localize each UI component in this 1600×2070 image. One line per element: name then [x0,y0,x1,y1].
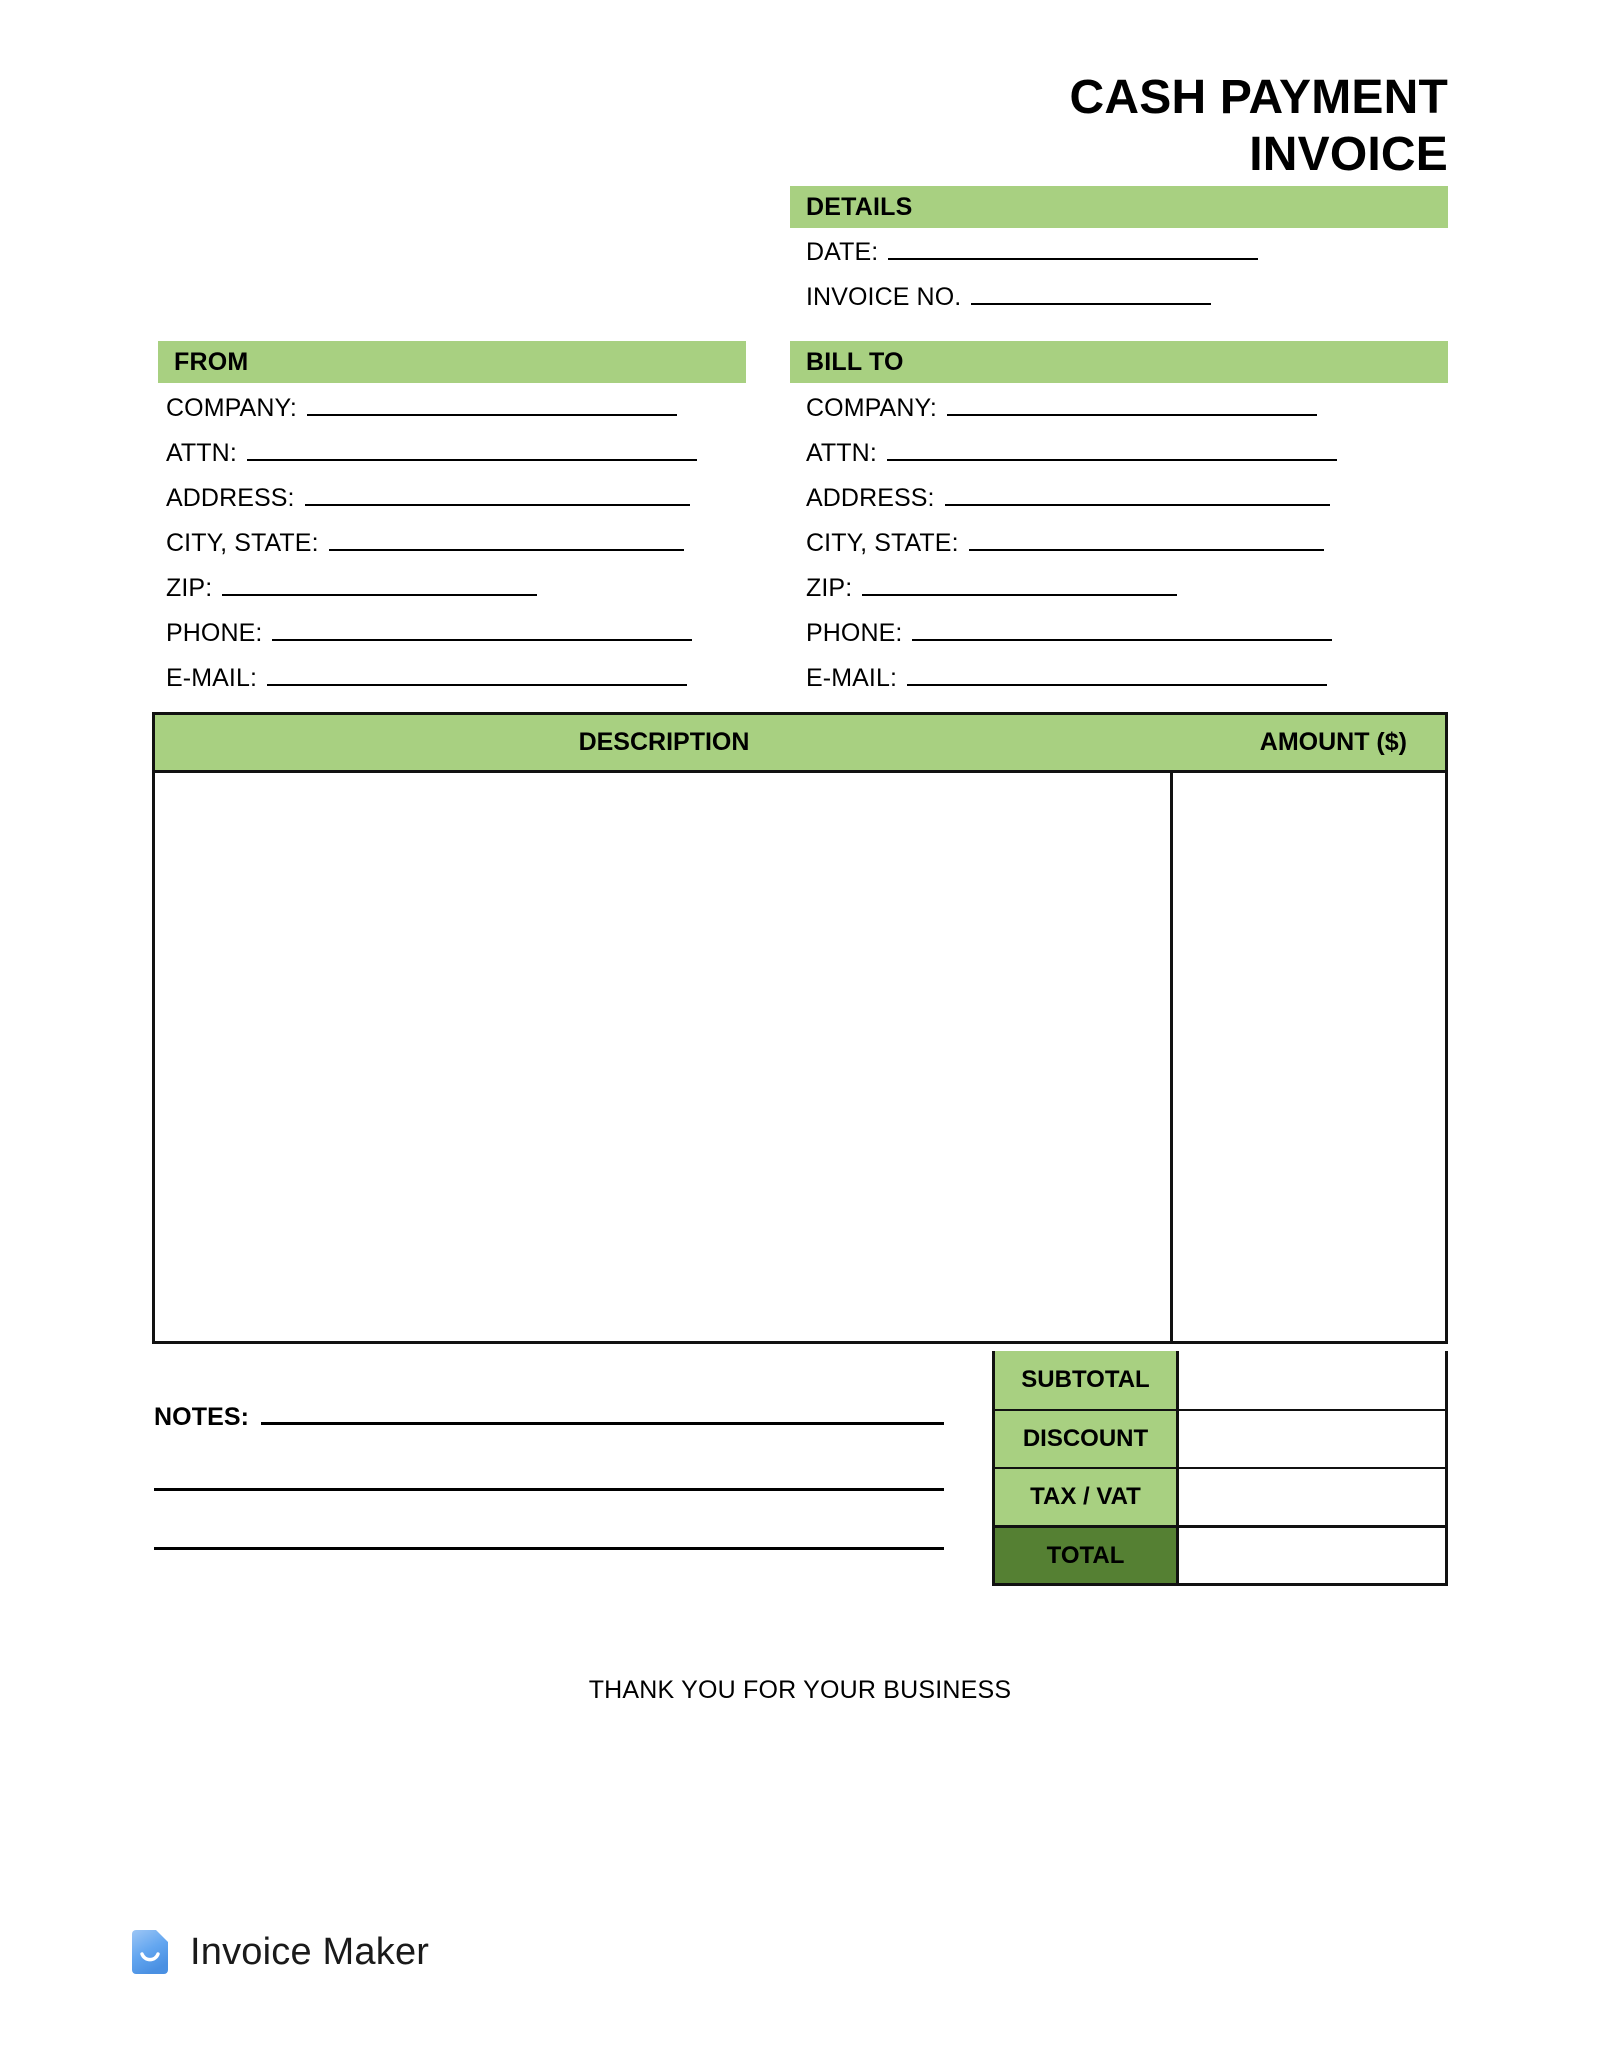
details-heading: DETAILS [806,192,913,221]
bill-to-field-email-label: E-MAIL: [806,664,897,692]
from-field-company-input[interactable] [306,392,677,416]
bill-to-field-zip-input[interactable] [862,572,1178,596]
from-heading: FROM [174,347,249,376]
column-header-amount: AMOUNT ($) [1259,728,1407,756]
bill-to-field-phone-input[interactable] [912,617,1333,641]
bill-to-field-address-label: ADDRESS: [806,484,935,512]
bill-to-field-phone-label: PHONE: [806,619,903,647]
total-value[interactable] [1179,1528,1445,1583]
from-field-email-input[interactable] [267,662,687,686]
bill-to-field-phone: PHONE: [806,617,1446,662]
from-field-phone: PHONE: [166,617,746,662]
subtotal-value[interactable] [1179,1351,1445,1409]
from-field-address-label: ADDRESS: [166,484,295,512]
from-field-attn-input[interactable] [246,437,697,461]
bill-to-field-email-input[interactable] [907,662,1327,686]
from-field-city-state-input[interactable] [328,527,684,551]
total-label: TOTAL [995,1528,1179,1583]
totals-row-total: TOTAL [995,1525,1445,1583]
bill-to-field-zip: ZIP: [806,572,1446,617]
from-field-zip-label: ZIP: [166,574,213,602]
from-field-email-label: E-MAIL: [166,664,257,692]
bill-to-field-attn-label: ATTN: [806,439,877,467]
totals-row-subtotal: SUBTOTAL [995,1351,1445,1409]
from-field-phone-label: PHONE: [166,619,263,647]
from-field-company-label: COMPANY: [166,394,297,422]
title-line-1: CASH PAYMENT [1069,71,1448,124]
bill-to-section-header: BILL TO [790,341,1448,383]
line-items-header-row: DESCRIPTION AMOUNT ($) [155,715,1445,773]
from-field-zip-input[interactable] [222,572,538,596]
bill-to-field-address: ADDRESS: [806,482,1446,527]
document-smile-icon [132,1930,168,1974]
bill-to-field-address-input[interactable] [944,482,1330,506]
notes-input-line-2[interactable] [154,1488,944,1491]
title-line-2: INVOICE [1249,127,1448,181]
description-entry-area[interactable] [155,773,1173,1341]
bill-to-heading: BILL TO [806,347,904,376]
field-date-input[interactable] [888,236,1259,260]
from-field-company: COMPANY: [166,392,746,437]
bill-to-fields: COMPANY: ATTN: ADDRESS: CITY, STATE: ZIP… [806,392,1446,707]
amount-entry-area[interactable] [1173,773,1445,1341]
brand-logo: Invoice Maker [128,1928,429,1976]
discount-label: DISCOUNT [995,1411,1179,1467]
brand-name: Invoice Maker [190,1930,430,1973]
field-date-label: DATE: [806,238,879,266]
notes-first-line: NOTES: [154,1398,944,1432]
from-field-address-input[interactable] [304,482,690,506]
totals-row-discount: DISCOUNT [995,1409,1445,1467]
from-field-address: ADDRESS: [166,482,746,527]
bill-to-field-city-state-input[interactable] [968,527,1324,551]
tax-vat-label: TAX / VAT [995,1469,1179,1525]
subtotal-label: SUBTOTAL [995,1351,1179,1409]
line-items-body [155,773,1445,1341]
notes-section: NOTES: [154,1398,944,1550]
bill-to-field-city-state-label: CITY, STATE: [806,529,959,557]
bill-to-field-email: E-MAIL: [806,662,1446,707]
thank-you-message: THANK YOU FOR YOUR BUSINESS [588,1676,1012,1704]
from-field-zip: ZIP: [166,572,746,617]
notes-input-line-3[interactable] [154,1547,944,1550]
bill-to-field-attn: ATTN: [806,437,1446,482]
bill-to-field-company-label: COMPANY: [806,394,937,422]
notes-input-line-1[interactable] [261,1398,944,1425]
field-invoice-no: INVOICE NO. [806,281,1446,326]
from-field-city-state-label: CITY, STATE: [166,529,319,557]
from-fields: COMPANY: ATTN: ADDRESS: CITY, STATE: ZIP… [166,392,746,707]
invoice-page: CASH PAYMENT INVOICE DETAILS DATE: INVOI… [0,0,1600,2070]
line-items-table: DESCRIPTION AMOUNT ($) [152,712,1448,1344]
totals-row-tax-vat: TAX / VAT [995,1467,1445,1525]
details-section-header: DETAILS [790,186,1448,228]
bill-to-field-company: COMPANY: [806,392,1446,437]
notes-label: NOTES: [154,1403,250,1431]
totals-block: SUBTOTAL DISCOUNT TAX / VAT TOTAL [992,1351,1448,1586]
column-header-description: DESCRIPTION [578,728,750,756]
bill-to-field-attn-input[interactable] [886,437,1337,461]
tax-vat-value[interactable] [1179,1469,1445,1525]
from-field-email: E-MAIL: [166,662,746,707]
details-fields: DATE: INVOICE NO. [806,236,1446,326]
from-field-phone-input[interactable] [272,617,693,641]
field-invoice-no-label: INVOICE NO. [806,283,962,311]
from-field-city-state: CITY, STATE: [166,527,746,572]
field-date: DATE: [806,236,1446,281]
discount-value[interactable] [1179,1411,1445,1467]
from-field-attn-label: ATTN: [166,439,237,467]
bill-to-field-city-state: CITY, STATE: [806,527,1446,572]
bill-to-field-company-input[interactable] [946,392,1317,416]
bill-to-field-zip-label: ZIP: [806,574,853,602]
from-section-header: FROM [158,341,746,383]
field-invoice-no-input[interactable] [971,281,1212,305]
page-title: CASH PAYMENT INVOICE [700,70,1448,183]
from-field-attn: ATTN: [166,437,746,482]
